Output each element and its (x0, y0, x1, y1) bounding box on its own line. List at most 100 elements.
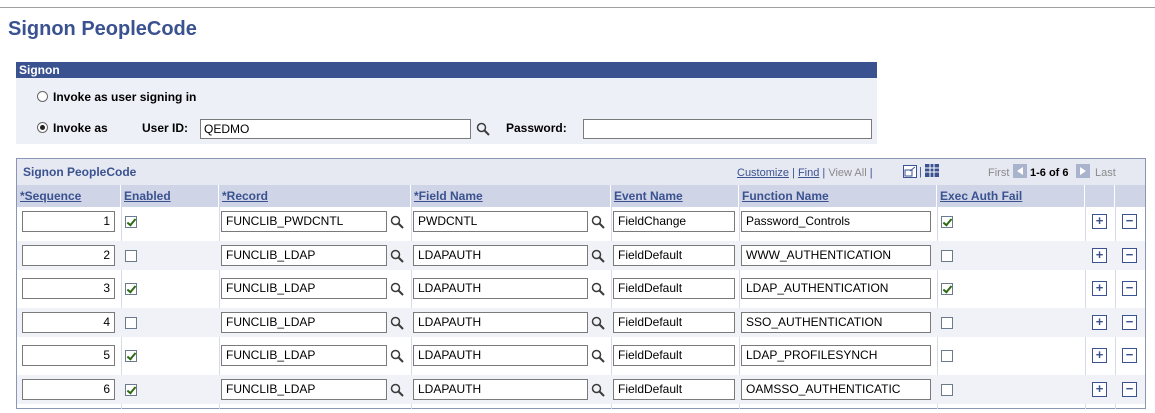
password-label: Password: (506, 121, 567, 135)
col-add (1085, 185, 1115, 207)
enabled-checkbox[interactable] (125, 350, 137, 363)
view-all-link[interactable]: View All (828, 167, 866, 179)
col-record[interactable]: *Record (219, 185, 411, 207)
sequence-input[interactable]: 3 (22, 278, 115, 300)
function-name-input[interactable]: OAMSSO_AUTHENTICATIC (741, 379, 931, 400)
record-input[interactable]: FUNCLIB_PWDCNTL (221, 211, 387, 232)
enabled-checkbox[interactable] (125, 216, 137, 228)
field-lookup-icon[interactable] (591, 349, 605, 364)
record-lookup-icon[interactable] (390, 249, 404, 263)
field-name-input[interactable]: LDAPAUTH (413, 345, 588, 367)
add-row-button[interactable]: + (1092, 314, 1107, 330)
event-name-input[interactable]: FieldChange (613, 211, 735, 232)
field-name-input[interactable]: LDAPAUTH (413, 278, 588, 300)
event-name-input[interactable]: FieldDefault (613, 345, 735, 367)
user-id-lookup-icon[interactable] (476, 122, 490, 136)
grid-header-bar: Signon PeopleCode Customize | Find | Vie… (17, 159, 1145, 185)
col-enabled[interactable]: Enabled (121, 185, 219, 207)
enabled-checkbox[interactable] (125, 384, 137, 396)
event-name-input[interactable]: FieldDefault (613, 278, 735, 300)
event-name-input[interactable]: FieldDefault (613, 311, 735, 333)
add-row-button[interactable]: + (1092, 281, 1107, 297)
grid-title: Signon PeopleCode (23, 165, 137, 179)
find-link[interactable]: Find (798, 167, 819, 179)
event-name-input[interactable]: FieldDefault (613, 379, 735, 400)
customize-link[interactable]: Customize (737, 167, 789, 179)
field-lookup-icon[interactable] (591, 282, 605, 296)
next-arrow-icon[interactable] (1076, 164, 1090, 178)
add-row-button[interactable]: + (1092, 348, 1107, 364)
exec-auth-fail-checkbox[interactable] (941, 216, 953, 228)
add-row-button[interactable]: + (1092, 247, 1107, 263)
record-lookup-icon[interactable] (390, 383, 404, 397)
record-input[interactable]: FUNCLIB_LDAP (221, 311, 387, 333)
event-name-input[interactable]: FieldDefault (613, 244, 735, 266)
record-input[interactable]: FUNCLIB_LDAP (221, 345, 387, 367)
add-row-button[interactable]: + (1092, 382, 1107, 397)
table-row: 5 FUNCLIB_LDAP LDAPAUTH FieldDefault LDAP_PR… (17, 341, 1145, 370)
delete-row-button[interactable]: − (1122, 348, 1137, 364)
function-name-input[interactable]: Password_Controls (741, 211, 931, 232)
exec-auth-fail-checkbox[interactable] (941, 283, 953, 296)
spreadsheet-icon[interactable] (925, 164, 939, 177)
record-input[interactable]: FUNCLIB_LDAP (221, 244, 387, 266)
function-name-input[interactable]: LDAP_AUTHENTICATION (741, 278, 931, 300)
sequence-input[interactable]: 1 (22, 211, 115, 232)
delete-row-button[interactable]: − (1122, 314, 1137, 330)
sequence-input[interactable]: 6 (22, 379, 115, 400)
exec-auth-fail-checkbox[interactable] (941, 249, 953, 262)
delete-row-button[interactable]: − (1122, 247, 1137, 263)
record-lookup-icon[interactable] (390, 215, 404, 229)
delete-row-button[interactable]: − (1122, 382, 1137, 397)
previous-arrow-icon[interactable] (1013, 164, 1027, 178)
enabled-checkbox[interactable] (125, 283, 137, 296)
invoke-as-radio[interactable] (37, 122, 48, 133)
sequence-input[interactable]: 4 (22, 311, 115, 333)
record-lookup-icon[interactable] (390, 349, 404, 364)
function-name-input[interactable]: WWW_AUTHENTICATION (741, 244, 931, 266)
enabled-checkbox[interactable] (125, 316, 137, 329)
col-field-name[interactable]: *Field Name (411, 185, 611, 207)
record-input[interactable]: FUNCLIB_LDAP (221, 278, 387, 300)
record-lookup-icon[interactable] (390, 316, 404, 330)
delete-row-button[interactable]: − (1122, 281, 1137, 297)
nav-separator: | (869, 167, 873, 179)
col-event-name[interactable]: Event Name (611, 185, 739, 207)
field-name-input[interactable]: LDAPAUTH (413, 311, 588, 333)
col-exec-auth-fail[interactable]: Exec Auth Fail (937, 185, 1085, 207)
enabled-checkbox[interactable] (125, 249, 137, 262)
invoke-as-user-signing-in-radio[interactable] (37, 91, 48, 102)
exec-auth-fail-checkbox[interactable] (941, 316, 953, 329)
field-lookup-icon[interactable] (591, 215, 605, 229)
exec-auth-fail-checkbox[interactable] (941, 384, 953, 396)
table-row: 1 FUNCLIB_PWDCNTL PWDCNTL FieldChange Passwo… (17, 207, 1145, 236)
function-name-input[interactable]: SSO_AUTHENTICATION (741, 311, 931, 333)
signon-section: Invoke as user signing in Invoke as User… (16, 78, 877, 144)
field-name-input[interactable]: LDAPAUTH (413, 244, 588, 266)
field-name-input[interactable]: LDAPAUTH (413, 379, 588, 400)
table-row: 4 FUNCLIB_LDAP LDAPAUTH FieldDefault SSO_AUT… (17, 307, 1145, 337)
invoke-as-user-signing-in-label: Invoke as user signing in (53, 90, 197, 104)
record-lookup-icon[interactable] (390, 282, 404, 296)
record-input[interactable]: FUNCLIB_LDAP (221, 379, 387, 400)
add-row-button[interactable]: + (1092, 214, 1107, 229)
field-lookup-icon[interactable] (591, 316, 605, 330)
table-row: 2 FUNCLIB_LDAP LDAPAUTH FieldDefault WWW_AUT… (17, 240, 1145, 270)
sequence-input[interactable]: 2 (22, 244, 115, 266)
exec-auth-fail-checkbox[interactable] (941, 350, 953, 363)
password-input[interactable] (583, 119, 872, 139)
field-lookup-icon[interactable] (591, 249, 605, 263)
last-label: Last (1095, 167, 1116, 179)
zoom-icon[interactable] (903, 165, 917, 178)
col-function-name[interactable]: Function Name (739, 185, 937, 207)
user-id-input[interactable]: QEDMO (200, 119, 471, 139)
grid-nav-links: Customize | Find | View All | (737, 167, 873, 179)
sequence-input[interactable]: 5 (22, 345, 115, 367)
field-lookup-icon[interactable] (591, 383, 605, 397)
col-sequence[interactable]: *Sequence (17, 185, 121, 207)
field-name-input[interactable]: PWDCNTL (413, 211, 588, 232)
user-id-label: User ID: (142, 121, 189, 135)
delete-row-button[interactable]: − (1122, 214, 1137, 229)
col-delete (1115, 185, 1145, 207)
function-name-input[interactable]: LDAP_PROFILESYNCH (741, 345, 931, 367)
